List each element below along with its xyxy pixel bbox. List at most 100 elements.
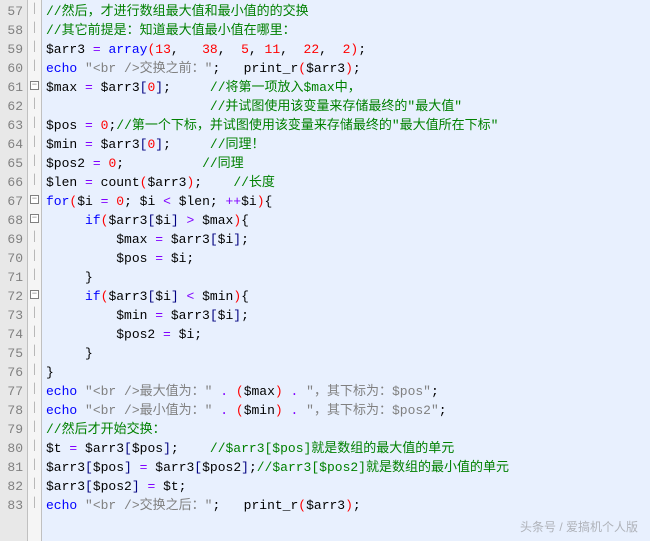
line-number: 62 xyxy=(2,97,23,116)
code-token: ; $i xyxy=(124,194,163,209)
code-token xyxy=(298,384,306,399)
code-line[interactable]: $pos2 = 0; //同理 xyxy=(46,154,509,173)
code-token: $pos xyxy=(93,460,124,475)
fold-marker[interactable]: − xyxy=(28,76,41,95)
code-line[interactable]: $min = $arr3[0]; //同理！ xyxy=(46,135,509,154)
fold-marker[interactable]: │ xyxy=(28,38,41,57)
fold-column[interactable]: ││││−│││││−−│││−│││││││││││ xyxy=(28,0,42,541)
code-token: , xyxy=(218,42,241,57)
line-number: 63 xyxy=(2,116,23,135)
code-line[interactable]: $t = $arr3[$pos]; //$arr3[$pos]就是数组的最大值的… xyxy=(46,439,509,458)
code-token: $i xyxy=(155,213,171,228)
code-line[interactable]: echo "<br />交换之前："; print_r($arr3); xyxy=(46,59,509,78)
fold-marker[interactable]: │ xyxy=(28,133,41,152)
code-line[interactable]: //并试图使用该变量来存储最终的"最大值" xyxy=(46,97,509,116)
code-token: //同理！ xyxy=(210,137,265,152)
line-number: 82 xyxy=(2,477,23,496)
code-token: ] xyxy=(171,213,179,228)
fold-marker[interactable]: │ xyxy=(28,152,41,171)
code-token: "，其下标为：$pos" xyxy=(306,384,431,399)
code-token: $pos2 xyxy=(46,156,93,171)
code-token: ; xyxy=(439,403,447,418)
fold-marker[interactable]: │ xyxy=(28,19,41,38)
code-token: if xyxy=(85,289,101,304)
fold-marker[interactable]: │ xyxy=(28,418,41,437)
fold-marker[interactable]: │ xyxy=(28,399,41,418)
code-line[interactable]: for($i = 0; $i < $len; ++$i){ xyxy=(46,192,509,211)
code-token: ; xyxy=(241,232,249,247)
fold-marker[interactable]: − xyxy=(28,285,41,304)
fold-minus-icon[interactable]: − xyxy=(30,195,39,204)
code-token: $arr3 xyxy=(306,498,345,513)
fold-marker[interactable]: │ xyxy=(28,304,41,323)
code-token xyxy=(283,403,291,418)
code-token: $i; xyxy=(171,327,202,342)
code-token: $len; xyxy=(171,194,226,209)
fold-marker[interactable]: │ xyxy=(28,266,41,285)
code-area[interactable]: //然后，才进行数组最大值和最小值的的交换//其它前提是：知道最大值最小值在哪里… xyxy=(42,0,513,541)
fold-marker[interactable]: │ xyxy=(28,0,41,19)
fold-marker[interactable]: │ xyxy=(28,475,41,494)
fold-minus-icon[interactable]: − xyxy=(30,214,39,223)
fold-marker[interactable]: − xyxy=(28,190,41,209)
code-token: print_r xyxy=(244,498,299,513)
code-line[interactable]: } xyxy=(46,268,509,287)
code-token xyxy=(46,213,85,228)
code-token: . xyxy=(220,384,228,399)
code-token: . xyxy=(220,403,228,418)
code-token: 13 xyxy=(155,42,171,57)
fold-marker[interactable]: │ xyxy=(28,114,41,133)
fold-minus-icon[interactable]: − xyxy=(30,81,39,90)
code-line[interactable]: $pos = 0;//第一个下标，并试图使用该变量来存储最终的"最大值所在下标" xyxy=(46,116,509,135)
code-line[interactable]: $len = count($arr3); //长度 xyxy=(46,173,509,192)
code-line[interactable]: } xyxy=(46,363,509,382)
line-number: 80 xyxy=(2,439,23,458)
code-line[interactable]: $arr3[$pos2] = $t; xyxy=(46,477,509,496)
code-line[interactable]: $max = $arr3[$i]; xyxy=(46,230,509,249)
code-line[interactable]: echo "<br />交换之后："; print_r($arr3); xyxy=(46,496,509,515)
code-token: "<br />交换之后：" xyxy=(85,498,212,513)
code-token: $pos2 xyxy=(202,460,241,475)
code-token: $i xyxy=(218,232,234,247)
fold-marker[interactable]: │ xyxy=(28,456,41,475)
fold-marker[interactable]: │ xyxy=(28,437,41,456)
code-token: { xyxy=(265,194,273,209)
code-line[interactable]: $pos = $i; xyxy=(46,249,509,268)
code-line[interactable]: $pos2 = $i; xyxy=(46,325,509,344)
code-line[interactable]: //其它前提是：知道最大值最小值在哪里： xyxy=(46,21,509,40)
fold-marker[interactable]: │ xyxy=(28,380,41,399)
code-token: //然后才开始交换： xyxy=(46,422,166,437)
fold-marker[interactable]: │ xyxy=(28,171,41,190)
fold-marker[interactable]: − xyxy=(28,209,41,228)
code-line[interactable]: $min = $arr3[$i]; xyxy=(46,306,509,325)
code-line[interactable]: $max = $arr3[0]; //将第一项放入$max中， xyxy=(46,78,509,97)
code-token: echo xyxy=(46,498,77,513)
fold-marker[interactable]: │ xyxy=(28,95,41,114)
code-token: if xyxy=(85,213,101,228)
code-token: ; xyxy=(358,42,366,57)
code-line[interactable]: $arr3 = array(13, 38, 5, 11, 22, 2); xyxy=(46,40,509,59)
fold-marker[interactable]: │ xyxy=(28,228,41,247)
code-token: $arr3 xyxy=(163,232,210,247)
code-line[interactable]: //然后，才进行数组最大值和最小值的的交换 xyxy=(46,2,509,21)
code-line[interactable]: $arr3[$pos] = $arr3[$pos2];//$arr3[$pos2… xyxy=(46,458,509,477)
code-token: ; xyxy=(171,441,210,456)
fold-marker[interactable]: │ xyxy=(28,323,41,342)
code-token: 11 xyxy=(265,42,281,57)
code-line[interactable]: echo "<br />最小值为：" . ($min) . "，其下标为：$po… xyxy=(46,401,509,420)
code-line[interactable]: } xyxy=(46,344,509,363)
code-token: ; xyxy=(116,156,202,171)
code-editor[interactable]: 5758596061626364656667686970717273747576… xyxy=(0,0,650,541)
code-line[interactable]: if($arr3[$i] > $max){ xyxy=(46,211,509,230)
fold-marker[interactable]: │ xyxy=(28,494,41,513)
code-line[interactable]: echo "<br />最大值为：" . ($max) . "，其下标为：$po… xyxy=(46,382,509,401)
code-line[interactable]: if($arr3[$i] < $min){ xyxy=(46,287,509,306)
fold-marker[interactable]: │ xyxy=(28,342,41,361)
fold-marker[interactable]: │ xyxy=(28,361,41,380)
code-token: = xyxy=(85,118,93,133)
fold-marker[interactable]: │ xyxy=(28,57,41,76)
fold-marker[interactable]: │ xyxy=(28,247,41,266)
fold-minus-icon[interactable]: − xyxy=(30,290,39,299)
code-line[interactable]: //然后才开始交换： xyxy=(46,420,509,439)
code-token: ) xyxy=(257,194,265,209)
